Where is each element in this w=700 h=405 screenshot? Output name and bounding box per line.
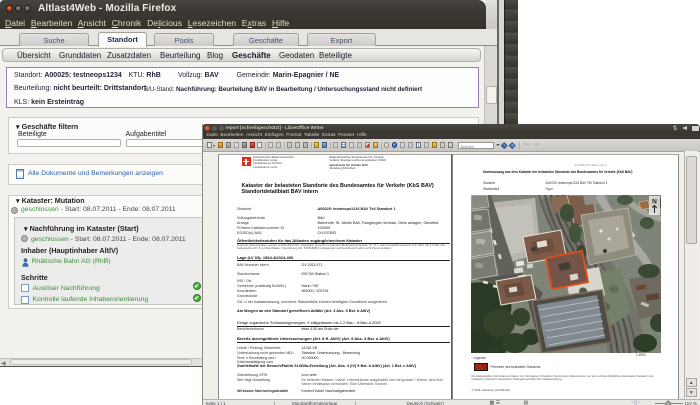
svg-text:N: N: [652, 199, 657, 206]
